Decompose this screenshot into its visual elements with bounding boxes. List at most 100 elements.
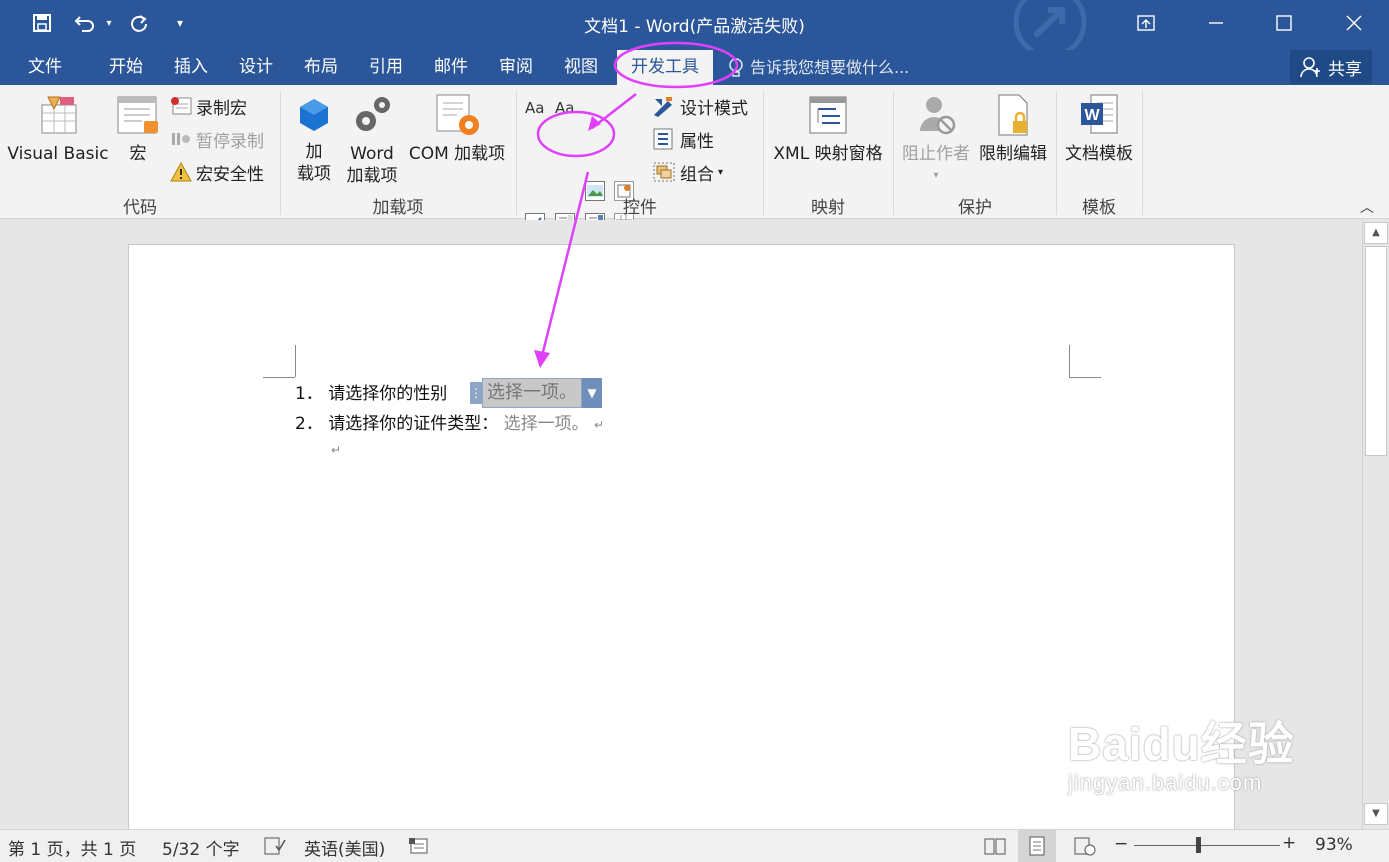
crop-mark <box>1069 377 1101 378</box>
group-label-protect: 保护 <box>958 198 992 218</box>
pause-recording-button[interactable]: 暂停录制 <box>170 126 264 152</box>
tab-layout[interactable]: 布局 <box>298 50 344 85</box>
group-icon <box>653 162 675 182</box>
macro-record-status-icon[interactable] <box>408 837 428 860</box>
addins-button[interactable]: 加 载项 <box>292 95 336 185</box>
content-control-handle[interactable]: ⋮ <box>470 382 482 404</box>
page-count[interactable]: 第 1 页，共 1 页 <box>8 835 136 860</box>
tab-home[interactable]: 开始 <box>103 50 149 85</box>
document-area: 1． 请选择你的性别 2． 请选择你的证件类型： 选择一项。 ↵ ↵ ⋮ 选择一… <box>0 220 1362 844</box>
scroll-down-icon[interactable]: ▼ <box>1364 803 1388 825</box>
macro-security-button[interactable]: 宏安全性 <box>170 159 264 185</box>
tab-design[interactable]: 设计 <box>233 50 279 85</box>
warning-icon <box>170 162 192 182</box>
word-addins-button[interactable]: Word 加载项 <box>340 93 404 187</box>
window-title: 文档1 - Word(产品激活失败) <box>584 17 805 37</box>
com-addins-label: COM 加载项 <box>408 144 506 164</box>
word-window: ▾ ▾ 文档1 - Word(产品激活失败) 文件 开始 插入 设计 布局 引用… <box>0 0 1389 862</box>
word-addins-label-1: Word <box>350 144 394 164</box>
group-separator <box>893 91 894 215</box>
proofing-icon[interactable] <box>264 836 286 861</box>
group-label-controls: 控件 <box>623 198 657 218</box>
scroll-up-icon[interactable]: ▲ <box>1364 222 1388 244</box>
lightbulb-icon <box>729 57 743 77</box>
group-label-code: 代码 <box>123 198 157 218</box>
tab-developer[interactable]: 开发工具 <box>617 50 713 85</box>
print-layout-button[interactable] <box>1018 830 1056 862</box>
zoom-in-button[interactable]: + <box>1282 833 1296 853</box>
word-count[interactable]: 5/32 个字 <box>162 835 240 860</box>
group-separator <box>516 91 517 215</box>
zoom-slider-thumb[interactable] <box>1196 837 1201 853</box>
com-addins-button[interactable]: COM 加载项 <box>403 93 511 165</box>
macros-icon <box>117 96 158 134</box>
macros-button[interactable]: 宏 <box>112 93 164 165</box>
language-indicator[interactable]: 英语(美国) <box>304 835 385 860</box>
tell-me-text: 告诉我您想要做什么... <box>750 58 910 77</box>
tab-mailings[interactable]: 邮件 <box>428 50 474 85</box>
group-separator <box>1056 91 1057 215</box>
maximize-icon[interactable] <box>1250 0 1318 46</box>
word-template-icon: W <box>1081 94 1118 134</box>
tab-view[interactable]: 视图 <box>558 50 604 85</box>
rich-text-control-button[interactable]: Aa <box>525 95 544 121</box>
word-addins-label-2: 加载项 <box>346 166 398 186</box>
block-authors-dropdown-icon: ▾ <box>933 170 939 181</box>
macros-label: 宏 <box>129 144 147 164</box>
tab-file[interactable]: 文件 <box>22 50 68 85</box>
tab-insert[interactable]: 插入 <box>168 50 214 85</box>
group-label-templates: 模板 <box>1082 198 1116 218</box>
scroll-thumb[interactable] <box>1365 246 1387 456</box>
record-macro-button[interactable]: 录制宏 <box>170 93 247 119</box>
dropdown-content-control[interactable]: ⋮ 选择一项。 ▼ <box>470 378 602 408</box>
visual-basic-label: Visual Basic <box>7 144 109 164</box>
close-icon[interactable] <box>1320 0 1388 46</box>
web-layout-icon[interactable] <box>1074 836 1096 861</box>
design-mode-icon <box>654 97 672 117</box>
properties-button[interactable]: 属性 <box>652 126 714 152</box>
xml-mapping-icon <box>809 96 847 134</box>
dropdown-placeholder[interactable]: 选择一项。 <box>482 378 582 408</box>
group-button[interactable]: 组合 ▾ <box>652 159 723 185</box>
list-item[interactable]: 2． 请选择你的证件类型： 选择一项。 ↵ <box>295 409 604 434</box>
tell-me-search[interactable]: 告诉我您想要做什么... <box>728 50 909 85</box>
plain-text-control-button[interactable]: Aa <box>555 95 574 121</box>
status-bar: 第 1 页，共 1 页 5/32 个字 英语(美国) − + 93% <box>0 829 1389 862</box>
ribbon-tabs: 文件 开始 插入 设计 布局 引用 邮件 审阅 视图 开发工具 告诉我您想要做什… <box>0 50 1389 85</box>
collapse-ribbon-icon[interactable]: ︿ <box>1360 197 1374 217</box>
share-button[interactable]: 共享 <box>1290 50 1372 84</box>
list-item[interactable]: 1． 请选择你的性别 <box>295 379 447 404</box>
pause-icon <box>172 133 190 145</box>
title-bar: ▾ ▾ 文档1 - Word(产品激活失败) <box>0 0 1389 50</box>
zoom-level[interactable]: 93% <box>1315 835 1353 855</box>
tab-references[interactable]: 引用 <box>363 50 409 85</box>
zoom-slider-track[interactable] <box>1134 845 1280 846</box>
content-control-placeholder[interactable]: 选择一项。 <box>504 414 589 434</box>
xml-mapping-pane-button[interactable]: XML 映射窗格 <box>768 93 888 165</box>
group-label: 组合 <box>680 164 714 185</box>
zoom-out-button[interactable]: − <box>1114 834 1128 854</box>
restrict-editing-icon <box>998 94 1028 136</box>
properties-label: 属性 <box>680 131 714 152</box>
vertical-scrollbar[interactable]: ▲ ▼ <box>1362 220 1389 829</box>
visual-basic-button[interactable]: Visual Basic <box>6 93 110 165</box>
read-mode-icon[interactable] <box>984 836 1006 861</box>
minimize-icon[interactable] <box>1182 0 1250 46</box>
dropdown-arrow-icon[interactable]: ▼ <box>582 378 602 408</box>
addins-label-1: 加 <box>305 142 323 162</box>
block-authors-label: 阻止作者 <box>902 144 970 164</box>
restrict-editing-button[interactable]: 限制编辑 <box>975 93 1051 165</box>
design-mode-label: 设计模式 <box>680 98 748 119</box>
block-authors-button[interactable]: 阻止作者 ▾ <box>898 93 974 187</box>
question-text: 请选择你的证件类型： <box>328 414 499 434</box>
tab-review[interactable]: 审阅 <box>493 50 539 85</box>
ribbon: Visual Basic 宏 录制宏 暂停录制 宏安全性 代码 加 载项 Wor… <box>0 85 1389 266</box>
ribbon-display-options-icon[interactable] <box>1112 0 1180 46</box>
design-mode-button[interactable]: 设计模式 <box>652 93 748 119</box>
list-number: 2． <box>295 414 323 434</box>
document-template-button[interactable]: W 文档模板 <box>1060 93 1138 165</box>
person-icon <box>1300 57 1320 78</box>
addins-cube-icon <box>300 99 328 131</box>
record-macro-label: 录制宏 <box>196 98 247 119</box>
group-dropdown-icon: ▾ <box>718 166 724 178</box>
